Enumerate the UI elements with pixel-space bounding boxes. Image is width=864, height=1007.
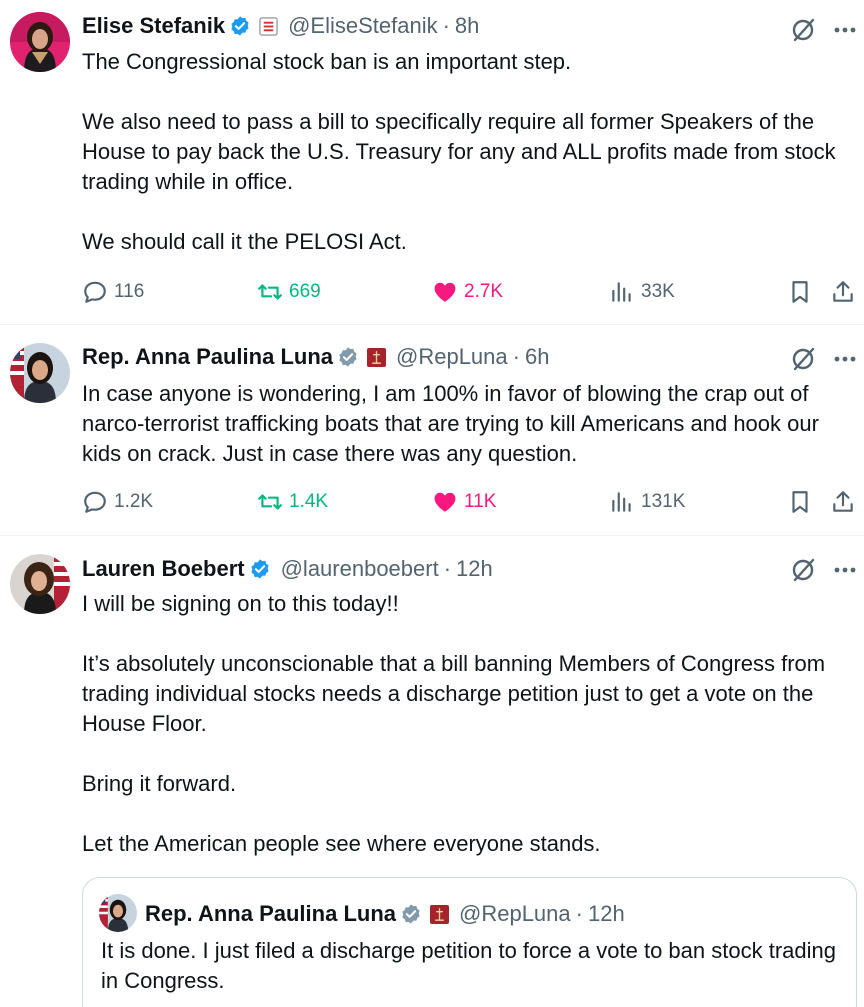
bookmark-button[interactable] — [787, 277, 813, 307]
tweet-text: In case anyone is wondering, I am 100% i… — [82, 379, 857, 469]
share-button[interactable] — [830, 487, 856, 517]
repost-icon — [258, 494, 282, 510]
reply-icon — [84, 281, 106, 303]
tweet-rep-luna[interactable]: Rep. Anna Paulina Luna @RepLuna · 6h In … — [0, 325, 864, 535]
views-button[interactable]: 131K — [609, 487, 685, 517]
share-icon — [833, 281, 853, 302]
tweet-elise-stefanik[interactable]: Elise Stefanik @EliseStefanik · 8h The C… — [0, 0, 864, 325]
author-name[interactable]: Lauren Boebert — [82, 556, 245, 582]
avatar[interactable] — [10, 554, 70, 614]
heart-filled-icon — [434, 282, 456, 302]
quoted-tweet-card[interactable]: Rep. Anna Paulina Luna @RepLuna · 12h It… — [82, 877, 857, 1007]
heart-filled-icon — [434, 492, 456, 512]
author-handle[interactable]: @RepLuna — [396, 344, 508, 370]
author-name[interactable]: Elise Stefanik — [82, 13, 225, 39]
reply-count: 1.2K — [114, 491, 154, 512]
blue-verified-icon[interactable] — [229, 15, 251, 37]
author-name[interactable]: Rep. Anna Paulina Luna — [82, 344, 333, 370]
us-house-seal-icon[interactable] — [430, 904, 449, 924]
author-handle[interactable]: @EliseStefanik — [288, 13, 438, 39]
tweet-header: Lauren Boebert @laurenboebert · 12h — [82, 553, 493, 585]
more-options-icon[interactable] — [830, 345, 860, 373]
reply-count: 116 — [114, 281, 145, 302]
tweet-paragraph: We should call it the PELOSI Act. — [82, 229, 407, 254]
timestamp[interactable]: 8h — [455, 13, 479, 39]
bookmark-icon — [792, 491, 808, 513]
reply-icon — [84, 491, 106, 513]
quoted-tweet-text: It is done. I just filed a discharge pet… — [101, 938, 836, 993]
views-button[interactable]: 33K — [609, 277, 675, 307]
tweet-paragraph: The Congressional stock ban is an import… — [82, 49, 572, 74]
tweet-paragraph: We also need to pass a bill to specifica… — [82, 109, 836, 194]
timestamp[interactable]: 6h — [525, 344, 549, 370]
like-button[interactable]: 11K — [432, 487, 496, 517]
views-count: 33K — [641, 281, 675, 302]
grok-icon[interactable] — [790, 16, 818, 44]
views-icon — [612, 282, 631, 302]
tweet-paragraph: It’s absolutely unconscionable that a bi… — [82, 651, 826, 736]
tweet-paragraph: Let the American people see where everyo… — [82, 831, 601, 856]
us-house-seal-icon[interactable] — [367, 347, 386, 367]
gray-verified-icon[interactable] — [400, 903, 422, 925]
quoted-author-handle[interactable]: @RepLuna — [459, 901, 571, 927]
repost-button[interactable]: 669 — [257, 277, 321, 307]
bookmark-icon — [792, 281, 808, 303]
repost-count: 1.4K — [289, 491, 329, 512]
share-icon — [833, 491, 853, 512]
tweet-text: I will be signing on to this today!! It’… — [82, 589, 857, 859]
tweet-paragraph: In case anyone is wondering, I am 100% i… — [82, 381, 819, 466]
repost-icon — [258, 284, 282, 300]
action-bar: 116 669 2.7K 33K — [82, 277, 857, 307]
like-count: 2.7K — [464, 281, 504, 302]
quoted-avatar[interactable] — [99, 894, 137, 932]
quoted-author-name[interactable]: Rep. Anna Paulina Luna — [145, 901, 396, 927]
separator: · — [512, 344, 520, 369]
reply-button[interactable]: 116 — [82, 277, 144, 307]
bookmark-button[interactable] — [787, 487, 813, 517]
tweet-paragraph: I will be signing on to this today!! — [82, 591, 399, 616]
repost-button[interactable]: 1.4K — [257, 487, 328, 517]
quoted-timestamp[interactable]: 12h — [588, 901, 625, 927]
like-button[interactable]: 2.7K — [432, 277, 503, 307]
repost-count: 669 — [289, 281, 321, 302]
blue-verified-icon[interactable] — [249, 558, 271, 580]
action-bar: 1.2K 1.4K 11K 131K — [82, 487, 857, 517]
quoted-header: Rep. Anna Paulina Luna @RepLuna · 12h — [145, 898, 625, 930]
tweet-header: Rep. Anna Paulina Luna @RepLuna · 6h — [82, 341, 549, 373]
tweet-header: Elise Stefanik @EliseStefanik · 8h — [82, 10, 479, 42]
tweet-text: The Congressional stock ban is an import… — [82, 47, 857, 257]
separator: · — [575, 901, 583, 926]
more-options-icon[interactable] — [830, 556, 860, 584]
grok-icon[interactable] — [790, 556, 818, 584]
avatar[interactable] — [10, 343, 70, 403]
reply-button[interactable]: 1.2K — [82, 487, 153, 517]
share-button[interactable] — [830, 277, 856, 307]
timestamp[interactable]: 12h — [456, 556, 493, 582]
tweet-paragraph: Bring it forward. — [82, 771, 237, 796]
views-icon — [612, 492, 631, 512]
separator: · — [443, 556, 452, 581]
grok-icon[interactable] — [790, 345, 818, 373]
separator: · — [442, 13, 450, 38]
author-handle[interactable]: @laurenboebert — [281, 556, 439, 582]
like-count: 11K — [464, 491, 497, 512]
gray-verified-icon[interactable] — [337, 346, 359, 368]
avatar[interactable] — [10, 12, 70, 72]
more-options-icon[interactable] — [830, 16, 860, 44]
affiliation-badge-icon[interactable] — [259, 16, 278, 36]
views-count: 131K — [641, 491, 686, 512]
